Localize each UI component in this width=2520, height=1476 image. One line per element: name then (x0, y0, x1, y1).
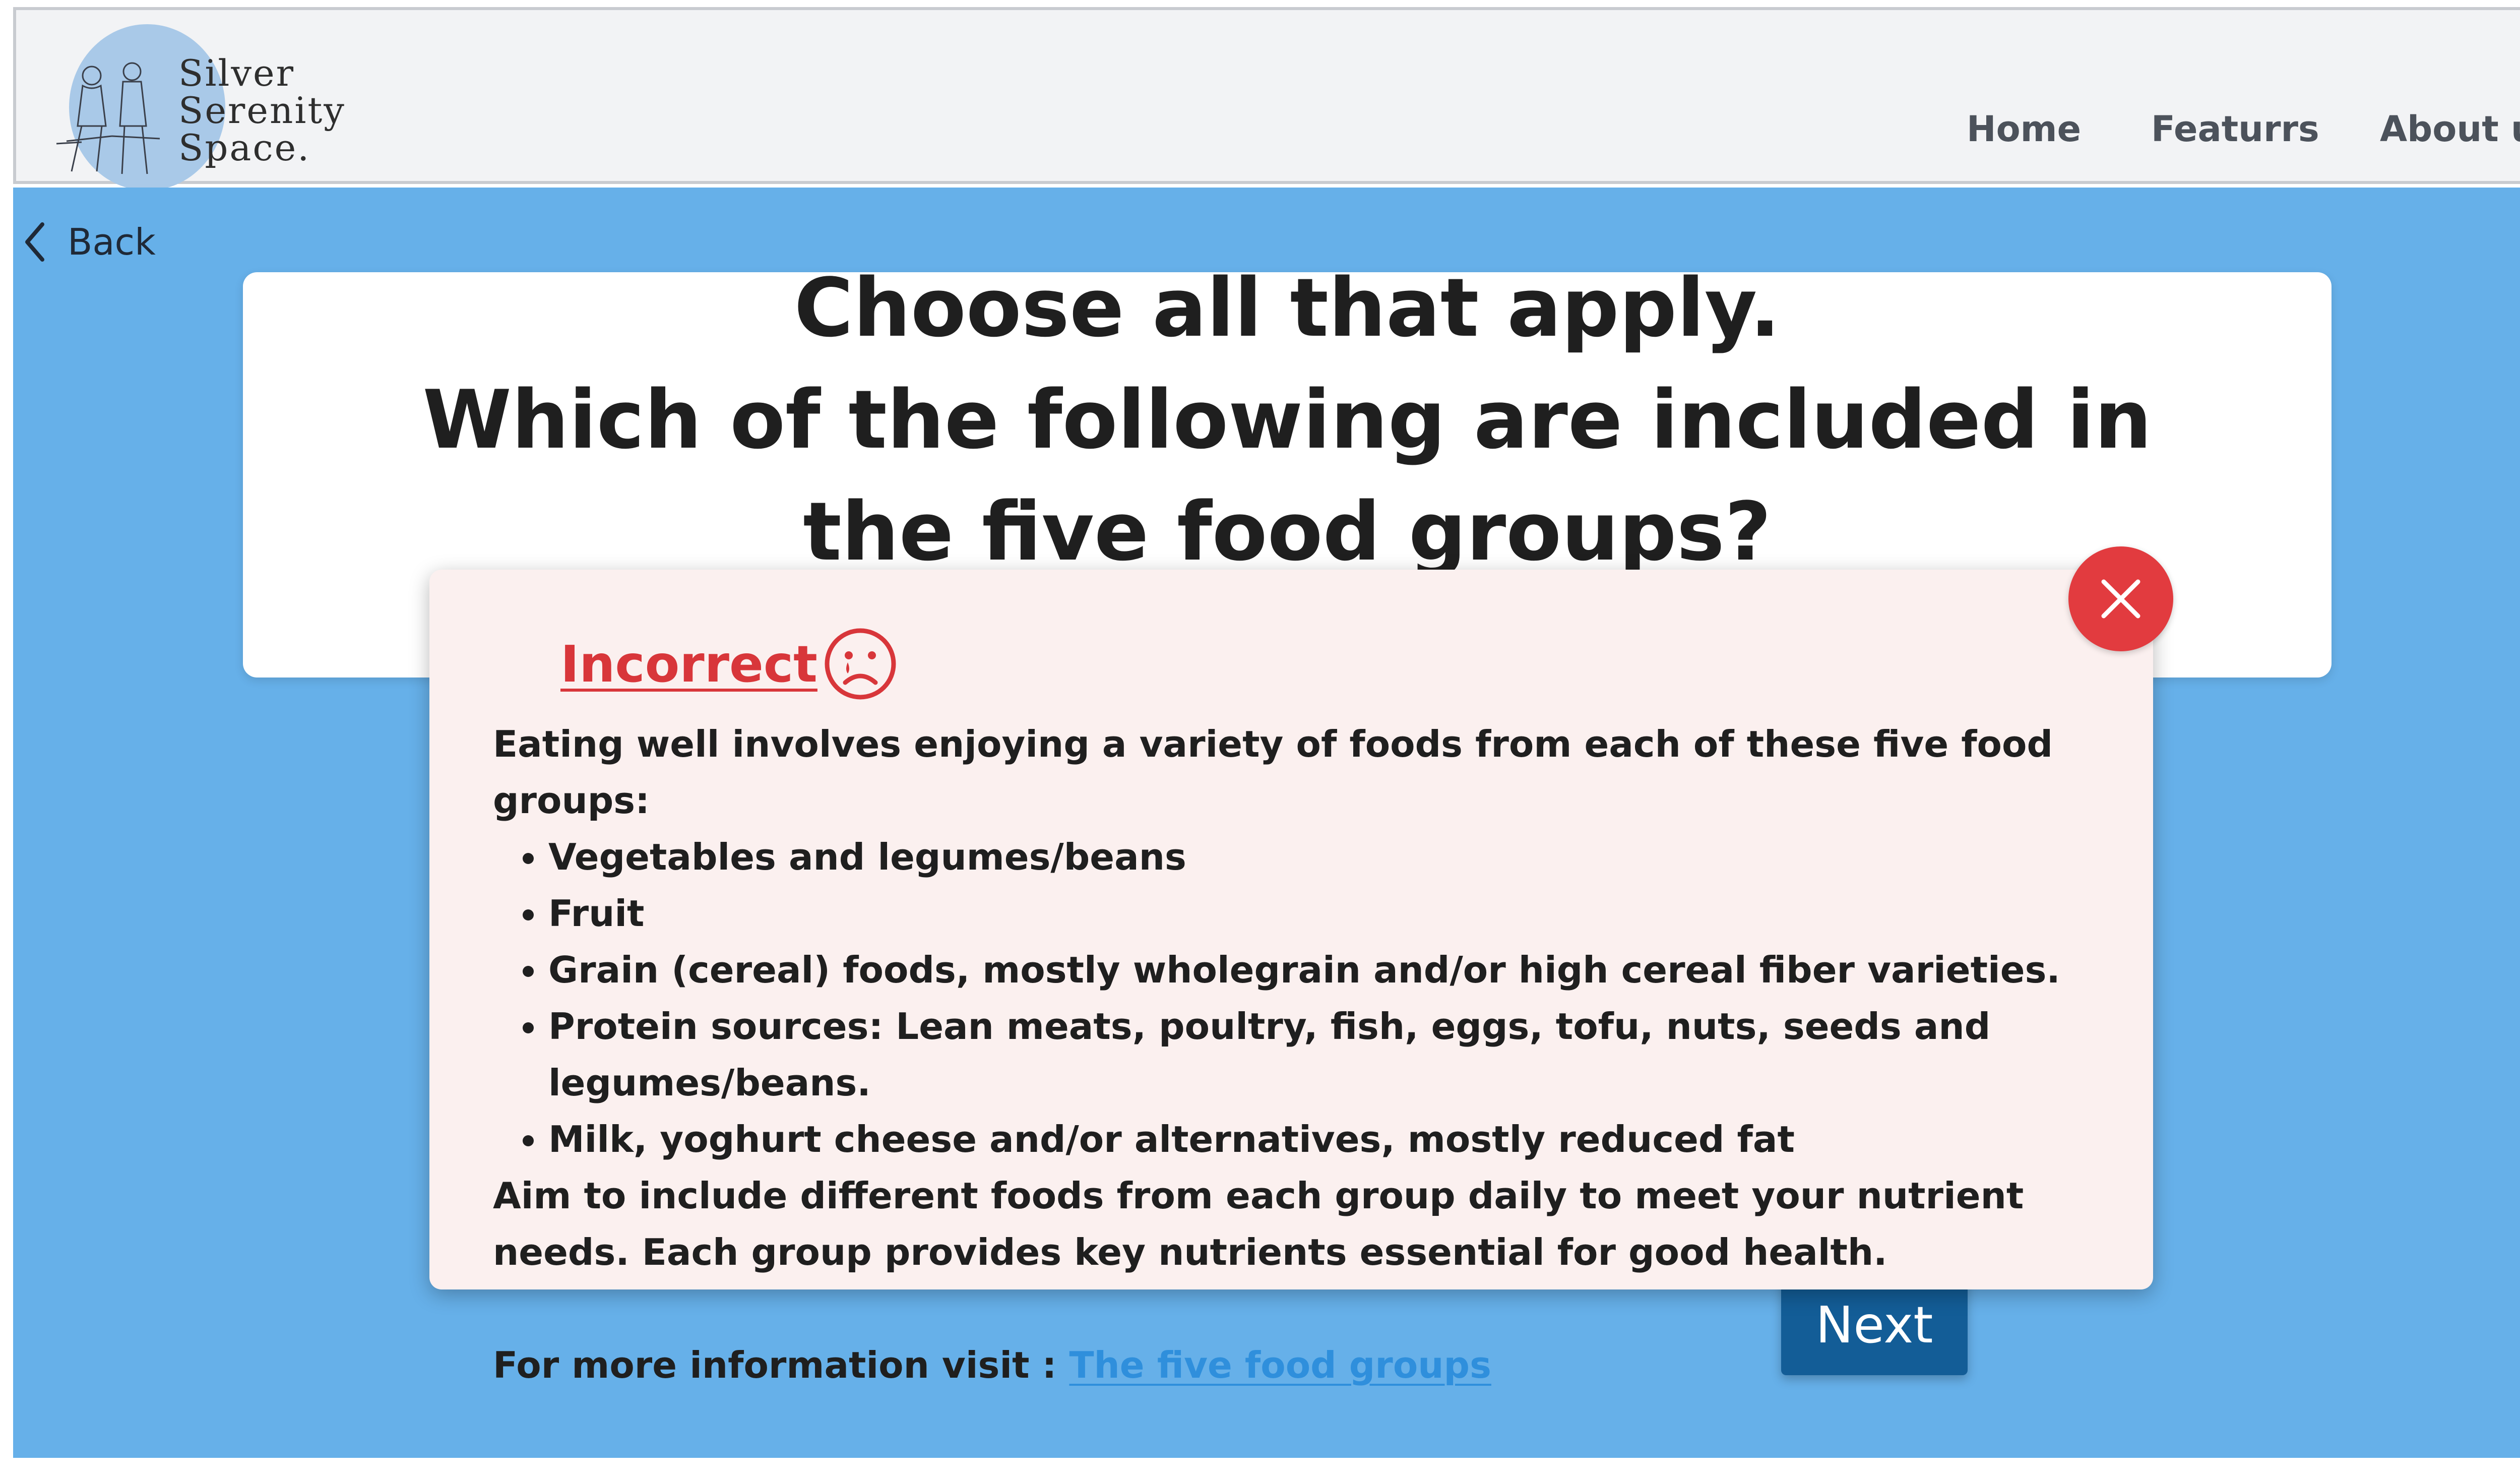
list-item: Grain (cereal) foods, mostly wholegrain … (548, 942, 2136, 998)
question-heading: Choose all that apply. Which of the foll… (243, 272, 2332, 588)
site-header: Silver Serenity Space. Home Featurrs Abo… (13, 7, 2520, 191)
close-feedback-button[interactable] (2068, 546, 2173, 651)
food-groups-list: Vegetables and legumes/beans Fruit Grain… (493, 829, 2136, 1167)
nav-about-link[interactable]: About us (2380, 108, 2520, 150)
question-instruction: Choose all that apply. (794, 272, 1781, 355)
five-food-groups-link[interactable]: The five food groups (1069, 1344, 1491, 1386)
nav-home-link[interactable]: Home (1967, 108, 2081, 150)
nav-features-link[interactable]: Featurrs (2151, 108, 2319, 150)
list-item: Protein sources: Lean meats, poultry, fi… (548, 998, 2136, 1111)
feedback-status: Incorrect (560, 626, 898, 702)
logo-line-1: Silver (178, 52, 295, 94)
chevron-left-icon (25, 222, 44, 262)
feedback-advice: Aim to include different foods from each… (493, 1175, 2024, 1273)
question-text: Which of the following are included in t… (422, 373, 2152, 579)
list-item: Milk, yoghurt cheese and/or alternatives… (548, 1111, 2136, 1167)
feedback-body: Eating well involves enjoying a variety … (493, 716, 2136, 1393)
close-icon (2101, 579, 2140, 619)
back-button[interactable]: Back (20, 217, 156, 267)
list-item: Vegetables and legumes/beans (548, 829, 2136, 885)
sad-face-icon (825, 628, 896, 700)
logo-line-2: Serenity (178, 89, 346, 132)
feedback-intro: Eating well involves enjoying a variety … (493, 723, 2053, 822)
list-item: Fruit (548, 885, 2136, 942)
elderly-couple-logo-icon (56, 62, 160, 174)
app-window: Silver Serenity Space. Home Featurrs Abo… (0, 0, 2520, 1476)
more-info-label: For more information visit : (493, 1344, 1057, 1386)
back-label: Back (68, 221, 156, 263)
more-info-line: For more information visit : The five fo… (493, 1337, 2136, 1393)
logo-wordmark[interactable]: Silver Serenity Space. (178, 54, 346, 166)
logo-line-3: Space. (178, 127, 311, 169)
status-incorrect-label: Incorrect (560, 634, 817, 694)
feedback-modal: Incorrect Eating well involves enjoying … (429, 570, 2153, 1386)
